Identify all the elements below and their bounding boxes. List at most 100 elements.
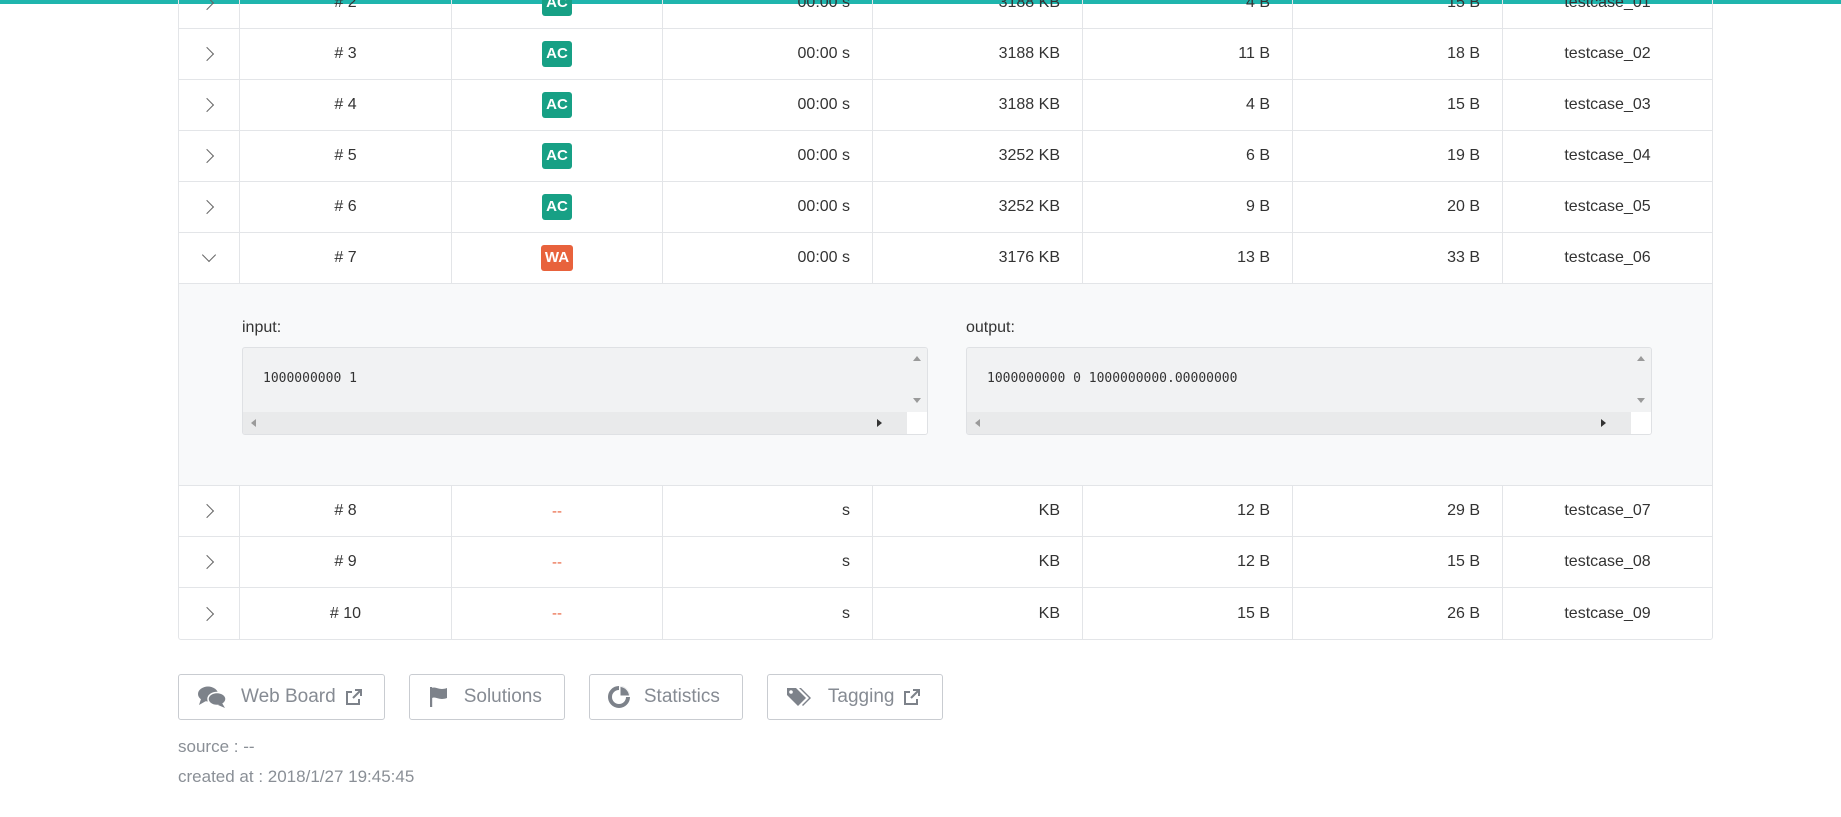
input-size-cell: 4 B: [1083, 0, 1293, 28]
table-row[interactable]: # 6 AC 00:00 s 3252 KB 9 B 20 B testcase…: [179, 182, 1712, 233]
expand-toggle[interactable]: [179, 131, 240, 181]
scroll-up-arrow-icon[interactable]: [913, 356, 921, 361]
scroll-left-arrow-icon[interactable]: [975, 419, 980, 427]
memory-cell: 3188 KB: [873, 0, 1083, 28]
input-size-cell: 15 B: [1083, 588, 1293, 639]
statistics-button[interactable]: Statistics: [588, 674, 743, 720]
output-size-cell: 15 B: [1293, 537, 1503, 587]
table-row[interactable]: # 5 AC 00:00 s 3252 KB 6 B 19 B testcase…: [179, 131, 1712, 182]
input-size-cell: 12 B: [1083, 486, 1293, 536]
testcase-name: testcase_09: [1564, 604, 1651, 622]
time-cell: 00:00 s: [663, 233, 873, 283]
status-badge: WA: [540, 245, 574, 271]
case-number: # 8: [240, 486, 452, 536]
time-cell: s: [663, 588, 873, 639]
scroll-left-arrow-icon[interactable]: [251, 419, 256, 427]
result-cell: WA: [452, 233, 663, 283]
input-size-cell: 4 B: [1083, 80, 1293, 130]
source-info: source : --: [178, 737, 255, 756]
chevron-down-icon: [201, 247, 217, 263]
testcase-name: testcase_01: [1564, 0, 1651, 11]
expand-toggle[interactable]: [179, 537, 240, 587]
horizontal-scrollbar[interactable]: [967, 412, 1633, 434]
expand-toggle[interactable]: [179, 29, 240, 79]
input-viewer[interactable]: 1000000000 1: [242, 347, 928, 435]
testcase-name: testcase_03: [1564, 96, 1651, 113]
memory-cell: 3188 KB: [873, 80, 1083, 130]
table-row[interactable]: # 8 -- s KB 12 B 29 B testcase_07: [179, 486, 1712, 537]
case-number: # 7: [240, 233, 452, 283]
scroll-down-arrow-icon[interactable]: [1637, 398, 1645, 403]
table-row[interactable]: # 4 AC 00:00 s 3188 KB 4 B 15 B testcase…: [179, 80, 1712, 131]
memory-cell: 3188 KB: [873, 29, 1083, 79]
scroll-right-arrow-icon[interactable]: [877, 419, 882, 427]
expand-toggle[interactable]: [179, 182, 240, 232]
time-cell: 00:00 s: [663, 29, 873, 79]
tagging-button[interactable]: Tagging: [766, 674, 944, 720]
memory-cell: 3252 KB: [873, 182, 1083, 232]
output-size-cell: 20 B: [1293, 182, 1503, 232]
table-row[interactable]: # 3 AC 00:00 s 3188 KB 11 B 18 B testcas…: [179, 29, 1712, 80]
testcase-name: testcase_05: [1564, 198, 1651, 215]
expand-toggle[interactable]: [179, 486, 240, 536]
output-size-cell: 26 B: [1293, 588, 1503, 639]
chevron-right-icon: [199, 554, 215, 570]
vertical-scrollbar[interactable]: [907, 348, 927, 412]
scroll-right-arrow-icon[interactable]: [1601, 419, 1606, 427]
memory-cell: 3176 KB: [873, 233, 1083, 283]
table-row[interactable]: # 2 AC 00:00 s 3188 KB 4 B 15 B testcase…: [179, 0, 1712, 29]
case-number: # 5: [240, 131, 452, 181]
time-cell: s: [663, 537, 873, 587]
result-cell: --: [452, 537, 663, 587]
output-size-cell: 15 B: [1293, 0, 1503, 28]
external-link-icon: [345, 688, 362, 705]
comments-icon: [198, 686, 227, 708]
output-viewer[interactable]: 1000000000 0 1000000000.00000000: [966, 347, 1652, 435]
time-cell: 00:00 s: [663, 131, 873, 181]
case-number: # 4: [240, 80, 452, 130]
case-number: # 2: [240, 0, 452, 28]
table-row-expanded[interactable]: # 7 WA 00:00 s 3176 KB 13 B 33 B testcas…: [179, 233, 1712, 284]
memory-cell: 3252 KB: [873, 131, 1083, 181]
result-cell: AC: [452, 29, 663, 79]
collapse-toggle[interactable]: [179, 233, 240, 283]
horizontal-scrollbar[interactable]: [243, 412, 909, 434]
expand-toggle[interactable]: [179, 588, 240, 639]
tags-icon: [786, 688, 811, 706]
table-row[interactable]: # 10 -- s KB 15 B 26 B testcase_09: [179, 588, 1712, 639]
expand-toggle[interactable]: [179, 80, 240, 130]
status-badge: AC: [542, 143, 572, 169]
testcase-detail-panel: input: 1000000000 1 output: 1000000000 0…: [179, 284, 1712, 486]
input-content: 1000000000 1: [263, 371, 357, 386]
memory-cell: KB: [873, 588, 1083, 639]
web-board-button[interactable]: Web Board: [178, 674, 385, 720]
time-cell: 00:00 s: [663, 80, 873, 130]
status-badge: AC: [542, 41, 572, 67]
chevron-right-icon: [199, 97, 215, 113]
output-size-cell: 18 B: [1293, 29, 1503, 79]
solutions-button[interactable]: Solutions: [408, 674, 565, 720]
output-label: output:: [966, 319, 1015, 336]
testcase-name: testcase_04: [1564, 147, 1651, 164]
pie-chart-icon: [607, 686, 630, 708]
action-buttons: Web Board Solutions Statistics Tagging: [178, 674, 944, 720]
vertical-scrollbar[interactable]: [1631, 348, 1651, 412]
statistics-label: Statistics: [643, 686, 720, 707]
output-size-cell: 29 B: [1293, 486, 1503, 536]
output-size-cell: 15 B: [1293, 80, 1503, 130]
case-number: # 9: [240, 537, 452, 587]
scroll-up-arrow-icon[interactable]: [1637, 356, 1645, 361]
input-size-cell: 6 B: [1083, 131, 1293, 181]
input-size-cell: 9 B: [1083, 182, 1293, 232]
scroll-down-arrow-icon[interactable]: [913, 398, 921, 403]
result-cell: --: [452, 486, 663, 536]
table-row[interactable]: # 9 -- s KB 12 B 15 B testcase_08: [179, 537, 1712, 588]
expand-toggle[interactable]: [179, 0, 240, 28]
case-number: # 6: [240, 182, 452, 232]
time-cell: s: [663, 486, 873, 536]
solutions-label: Solutions: [463, 686, 542, 707]
testcase-name: testcase_08: [1564, 553, 1651, 570]
time-cell: 00:00 s: [663, 0, 873, 28]
status-pending: --: [552, 553, 562, 571]
testcase-name: testcase_06: [1564, 249, 1651, 266]
